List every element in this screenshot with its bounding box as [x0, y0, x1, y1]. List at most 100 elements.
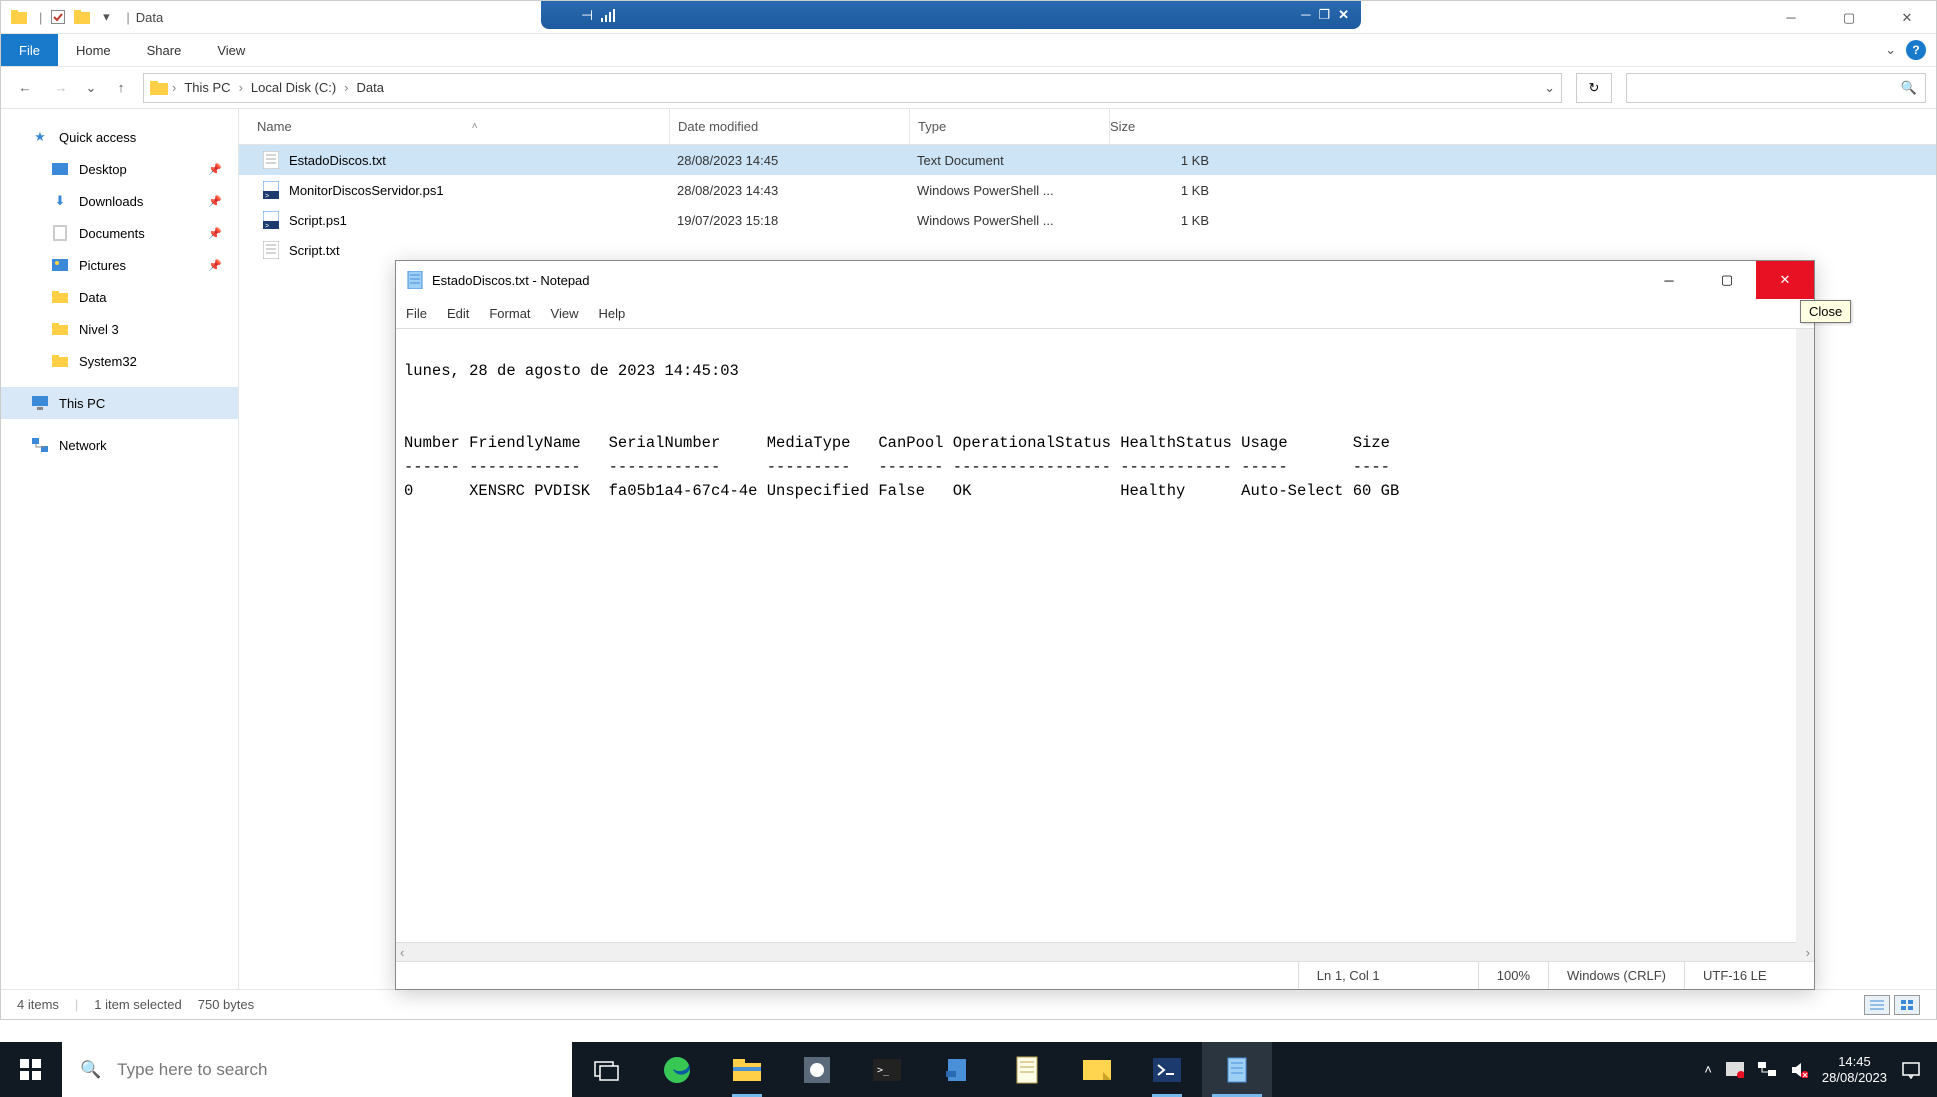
- pin-icon[interactable]: ⊣: [581, 7, 593, 24]
- notepad-textarea[interactable]: lunes, 28 de agosto de 2023 14:45:03 Num…: [396, 329, 1814, 943]
- rdp-close-button[interactable]: ✕: [1338, 7, 1349, 23]
- notepad-icon: [406, 271, 424, 289]
- vertical-scrollbar[interactable]: [1796, 329, 1814, 943]
- ribbon-expand-icon[interactable]: ⌄: [1885, 42, 1896, 58]
- checkbox-icon[interactable]: [48, 7, 68, 27]
- tray-notifications-icon[interactable]: [1901, 1061, 1921, 1079]
- file-date: 19/07/2023 15:18: [669, 213, 909, 228]
- file-type: Text Document: [909, 153, 1109, 168]
- notepad-close-button[interactable]: ✕: [1756, 261, 1814, 299]
- sidebar-documents[interactable]: Documents 📌: [1, 217, 238, 249]
- column-date[interactable]: Date modified: [669, 109, 909, 144]
- status-bytes: 750 bytes: [198, 997, 254, 1012]
- sidebar-network[interactable]: Network: [1, 429, 238, 461]
- sidebar-nivel3[interactable]: Nivel 3: [1, 313, 238, 345]
- file-row[interactable]: >_MonitorDiscosServidor.ps128/08/2023 14…: [239, 175, 1936, 205]
- address-dropdown-icon[interactable]: ⌄: [1544, 80, 1555, 96]
- taskbar-notepad-pinned[interactable]: [992, 1042, 1062, 1097]
- menu-file[interactable]: File: [406, 306, 427, 321]
- help-icon[interactable]: ?: [1906, 40, 1926, 60]
- breadcrumb-folder[interactable]: Data: [353, 80, 388, 95]
- tray-network-icon[interactable]: [1758, 1062, 1776, 1078]
- close-button[interactable]: ✕: [1878, 1, 1936, 34]
- forward-button[interactable]: →: [47, 74, 75, 102]
- status-item-count: 4 items: [17, 997, 59, 1012]
- file-icon: [263, 241, 281, 259]
- menu-edit[interactable]: Edit: [447, 306, 469, 321]
- pin-icon: 📌: [208, 163, 222, 176]
- column-type[interactable]: Type: [909, 109, 1109, 144]
- sidebar-system32[interactable]: System32: [1, 345, 238, 377]
- view-details-button[interactable]: [1864, 995, 1890, 1015]
- tab-file[interactable]: File: [1, 34, 58, 66]
- sidebar-downloads[interactable]: ⬇ Downloads 📌: [1, 185, 238, 217]
- tray-volume-icon[interactable]: [1790, 1062, 1808, 1078]
- column-name[interactable]: Name˄: [239, 119, 669, 134]
- status-bar: 4 items | 1 item selected 750 bytes: [1, 989, 1936, 1019]
- taskbar-explorer[interactable]: [712, 1042, 782, 1097]
- breadcrumb-drive[interactable]: Local Disk (C:): [247, 80, 340, 95]
- ribbon-tabs: File Home Share View ⌄ ?: [1, 34, 1936, 67]
- rdp-minimize-button[interactable]: ─: [1301, 7, 1310, 23]
- tab-home[interactable]: Home: [58, 34, 129, 66]
- svg-text:>_: >_: [265, 223, 273, 229]
- task-view-button[interactable]: [572, 1042, 642, 1097]
- sidebar-pictures[interactable]: Pictures 📌: [1, 249, 238, 281]
- pc-icon: [31, 394, 49, 412]
- tab-share[interactable]: Share: [129, 34, 200, 66]
- taskbar-cmd[interactable]: >_: [852, 1042, 922, 1097]
- notepad-minimize-button[interactable]: ─: [1640, 261, 1698, 299]
- rdp-restore-button[interactable]: ❐: [1318, 7, 1330, 23]
- qat-dropdown-icon[interactable]: ▾: [96, 7, 116, 27]
- file-name: Script.txt: [289, 243, 340, 258]
- tray-clock[interactable]: 14:45 28/08/2023: [1822, 1054, 1887, 1085]
- status-position: Ln 1, Col 1: [1298, 962, 1478, 989]
- horizontal-scrollbar[interactable]: ‹›: [396, 943, 1814, 961]
- menu-help[interactable]: Help: [598, 306, 625, 321]
- sidebar-data[interactable]: Data: [1, 281, 238, 313]
- tray-app-icon[interactable]: [1726, 1062, 1744, 1078]
- taskbar-app-2[interactable]: [922, 1042, 992, 1097]
- navigation-pane: ★ Quick access Desktop 📌 ⬇ Downloads 📌 D…: [1, 109, 239, 989]
- up-button[interactable]: ↑: [107, 74, 135, 102]
- notepad-titlebar[interactable]: EstadoDiscos.txt - Notepad ─ ▢ ✕: [396, 261, 1814, 299]
- back-button[interactable]: ←: [11, 74, 39, 102]
- notepad-window: EstadoDiscos.txt - Notepad ─ ▢ ✕ File Ed…: [395, 260, 1815, 990]
- maximize-button[interactable]: ▢: [1820, 1, 1878, 34]
- file-row[interactable]: EstadoDiscos.txt28/08/2023 14:45Text Doc…: [239, 145, 1936, 175]
- refresh-button[interactable]: ↻: [1576, 73, 1612, 103]
- status-zoom: 100%: [1478, 962, 1548, 989]
- view-large-button[interactable]: [1894, 995, 1920, 1015]
- taskbar-search[interactable]: 🔍 Type here to search: [62, 1042, 572, 1097]
- status-selected: 1 item selected: [94, 997, 181, 1012]
- pin-icon: 📌: [208, 259, 222, 272]
- pin-icon: 📌: [208, 195, 222, 208]
- notepad-maximize-button[interactable]: ▢: [1698, 261, 1756, 299]
- sort-ascending-icon: ˄: [472, 121, 478, 132]
- notepad-menu: File Edit Format View Help: [396, 299, 1814, 329]
- tab-view[interactable]: View: [199, 34, 263, 66]
- tray-expand-icon[interactable]: ˄: [1704, 1062, 1712, 1077]
- taskbar-sticky[interactable]: [1062, 1042, 1132, 1097]
- folder-icon: [51, 352, 69, 370]
- taskbar-app-1[interactable]: [782, 1042, 852, 1097]
- taskbar-notepad[interactable]: [1202, 1042, 1272, 1097]
- address-bar[interactable]: › This PC › Local Disk (C:) › Data ⌄: [143, 73, 1562, 103]
- minimize-button[interactable]: ─: [1762, 1, 1820, 34]
- file-row[interactable]: >_Script.ps119/07/2023 15:18Windows Powe…: [239, 205, 1936, 235]
- sidebar-thispc[interactable]: This PC: [1, 387, 238, 419]
- notepad-statusbar: Ln 1, Col 1 100% Windows (CRLF) UTF-16 L…: [396, 961, 1814, 989]
- taskbar-powershell[interactable]: [1132, 1042, 1202, 1097]
- sidebar-quick-access[interactable]: ★ Quick access: [1, 121, 238, 153]
- search-input[interactable]: 🔍: [1626, 73, 1926, 103]
- taskbar: 🔍 Type here to search >_ ˄ 14:45 28/08/2…: [0, 1042, 1937, 1097]
- column-size[interactable]: Size: [1109, 109, 1229, 144]
- start-button[interactable]: [0, 1042, 62, 1097]
- menu-format[interactable]: Format: [489, 306, 530, 321]
- file-icon: >_: [263, 211, 281, 229]
- taskbar-edge[interactable]: [642, 1042, 712, 1097]
- sidebar-desktop[interactable]: Desktop 📌: [1, 153, 238, 185]
- recent-dropdown-icon[interactable]: ⌄: [83, 74, 99, 102]
- breadcrumb-thispc[interactable]: This PC: [180, 80, 234, 95]
- menu-view[interactable]: View: [551, 306, 579, 321]
